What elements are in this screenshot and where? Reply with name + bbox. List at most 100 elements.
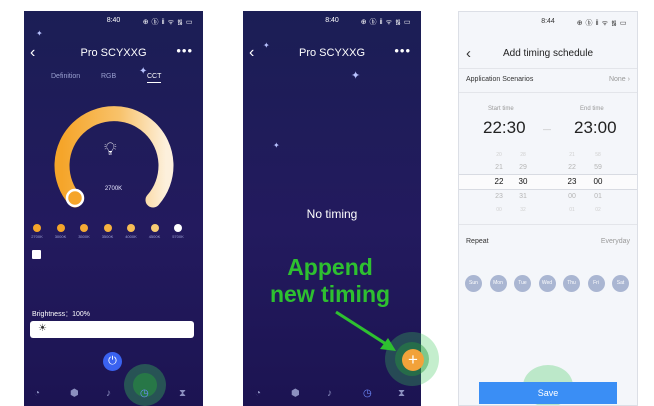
nav-device-icon[interactable]: ⬢ — [70, 388, 79, 399]
nav-hourglass-icon[interactable]: ⧗ — [398, 388, 405, 399]
preset-dot[interactable]: 4500K — [147, 224, 163, 239]
day-chip-wed[interactable]: Wed — [538, 275, 556, 292]
power-button[interactable]: ⏻ — [103, 352, 122, 371]
star-decoration: ✦ — [273, 141, 280, 150]
picker-value[interactable]: 00 — [590, 177, 606, 186]
annotation-line: new timing — [269, 281, 391, 307]
preset-dot[interactable]: 3500K — [100, 224, 116, 239]
bottom-nav: ◔ ⬢ ♪ ◷ ⧗ — [243, 384, 421, 406]
day-chip-tue[interactable]: Tue — [514, 275, 531, 292]
tab-rgb[interactable]: RGB — [101, 73, 116, 80]
picker-value[interactable]: 31 — [515, 193, 531, 200]
application-scenarios-label: Application Scenarios — [466, 76, 534, 83]
cct-screen: ✦ ✦ 8:40 ⊕ ⓑ ⅱ ᯤ ᯾ ▭ ‹ Pro SCYXXG ••• De… — [24, 11, 203, 406]
picker-value[interactable]: 30 — [515, 177, 531, 186]
back-arrow-icon[interactable]: ‹ — [249, 44, 254, 62]
page-title: Add timing schedule — [502, 48, 594, 59]
picker-value[interactable]: 23 — [491, 193, 507, 200]
divider — [459, 92, 637, 93]
picker-value[interactable]: 22 — [564, 164, 580, 171]
device-title: Pro SCYXXG — [298, 47, 366, 59]
picker-value[interactable]: 59 — [590, 164, 606, 171]
picker-value[interactable]: 23 — [564, 177, 580, 186]
preset-row: 2700K 3000K 3500K 3500K 4000K 4500K 5700K — [29, 224, 198, 248]
divider — [459, 68, 637, 69]
nav-music-icon[interactable]: ♪ — [106, 388, 111, 399]
preset-dot[interactable]: 4000K — [123, 224, 139, 239]
repeat-label: Repeat — [466, 238, 489, 245]
preset-swatch[interactable] — [103, 224, 112, 232]
annotation-text: Append new timing — [255, 254, 405, 308]
picker-value[interactable]: 21 — [491, 164, 507, 171]
day-chip-sun[interactable]: Sun — [465, 275, 482, 292]
preset-swatch[interactable] — [33, 224, 41, 232]
picker-value[interactable]: 29 — [515, 164, 531, 171]
picker-value[interactable]: 21 — [564, 152, 580, 158]
preset-label: 4500K — [148, 234, 161, 239]
nav-music-icon[interactable]: ♪ — [327, 388, 332, 399]
nav-hourglass-icon[interactable]: ⧗ — [179, 388, 186, 399]
status-icons: ⊕ ⓑ ⅱ ᯤ ᯾ ▭ — [142, 19, 193, 26]
back-arrow-icon[interactable]: ‹ — [30, 44, 35, 62]
nav-device-icon[interactable]: ⬢ — [291, 388, 300, 399]
day-chip-thu[interactable]: Thu — [563, 275, 580, 292]
temperature-readout: 2700K — [104, 186, 123, 192]
picker-value[interactable]: 00 — [564, 193, 580, 200]
nav-timer-icon[interactable]: ◷ — [363, 388, 372, 399]
dial-handle[interactable] — [65, 188, 85, 208]
repeat-value: Everyday — [600, 238, 630, 245]
more-menu-icon[interactable]: ••• — [176, 43, 193, 58]
preset-dot[interactable]: 2700K — [29, 224, 45, 239]
back-arrow-icon[interactable]: ‹ — [466, 45, 471, 62]
application-scenarios-row[interactable]: Application Scenarios None › — [466, 76, 630, 83]
preset-dot[interactable]: 3500K — [76, 224, 92, 239]
picker-value[interactable]: 22 — [491, 177, 507, 186]
star-decoration: ✦ — [351, 70, 361, 82]
brightness-label: Brightness：100% — [32, 311, 90, 318]
preset-swatch[interactable] — [80, 224, 88, 232]
divider — [459, 224, 637, 225]
save-button[interactable]: Save — [479, 382, 617, 404]
add-timing-button[interactable]: + — [402, 349, 424, 371]
device-title: Pro SCYXXG — [80, 47, 147, 59]
end-time-value[interactable]: 23:00 — [574, 118, 617, 138]
tab-cct[interactable]: CCT — [147, 73, 162, 83]
brightness-slider[interactable]: ☀ — [30, 321, 194, 338]
application-scenarios-value: None › — [608, 76, 630, 83]
preset-label: 2700K — [31, 234, 43, 239]
preset-swatch[interactable] — [174, 224, 182, 232]
end-time-label: End time — [580, 106, 604, 112]
repeat-row[interactable]: Repeat Everyday — [466, 238, 630, 245]
preset-dot[interactable]: 3000K — [53, 224, 69, 239]
day-chip-sat[interactable]: Sat — [612, 275, 629, 292]
preset-dot[interactable]: 5700K — [170, 224, 186, 239]
start-time-value[interactable]: 22:30 — [483, 118, 526, 138]
picker-value[interactable]: 01 — [564, 207, 580, 213]
day-chip-mon[interactable]: Mon — [489, 275, 507, 292]
status-icons: ⊕ ⓑ ⅱ ᯤ ᯾ ▭ — [360, 19, 411, 26]
nav-scene-icon[interactable]: ◔ — [255, 388, 261, 399]
picker-value[interactable]: 02 — [590, 207, 606, 213]
checkbox[interactable] — [32, 250, 41, 259]
annotation-line: Append — [287, 254, 373, 280]
preset-swatch[interactable] — [56, 224, 65, 232]
nav-scene-icon[interactable]: ◔ — [34, 388, 40, 399]
picker-value[interactable]: 01 — [590, 193, 606, 200]
star-decoration: ✦ — [36, 29, 43, 38]
tab-definition[interactable]: Definition — [51, 73, 80, 80]
picker-value[interactable]: 20 — [491, 152, 507, 158]
picker-value[interactable]: 28 — [515, 152, 531, 158]
nav-timer-icon[interactable]: ◷ — [140, 388, 149, 399]
preset-swatch[interactable] — [150, 224, 159, 232]
sun-icon: ☀ — [38, 323, 47, 334]
weekday-selector: Sun Mon Tue Wed Thu Fri Sat — [465, 275, 631, 293]
picker-value[interactable]: 00 — [491, 207, 507, 213]
day-chip-fri[interactable]: Fri — [587, 275, 605, 292]
start-time-label: Start time — [488, 106, 514, 112]
header: ‹ Add timing schedule — [459, 45, 637, 62]
preset-swatch[interactable] — [127, 224, 135, 232]
picker-value[interactable]: 32 — [515, 207, 531, 213]
more-menu-icon[interactable]: ••• — [394, 43, 411, 58]
picker-value[interactable]: 58 — [590, 152, 606, 158]
preset-label: 3500K — [101, 234, 114, 239]
